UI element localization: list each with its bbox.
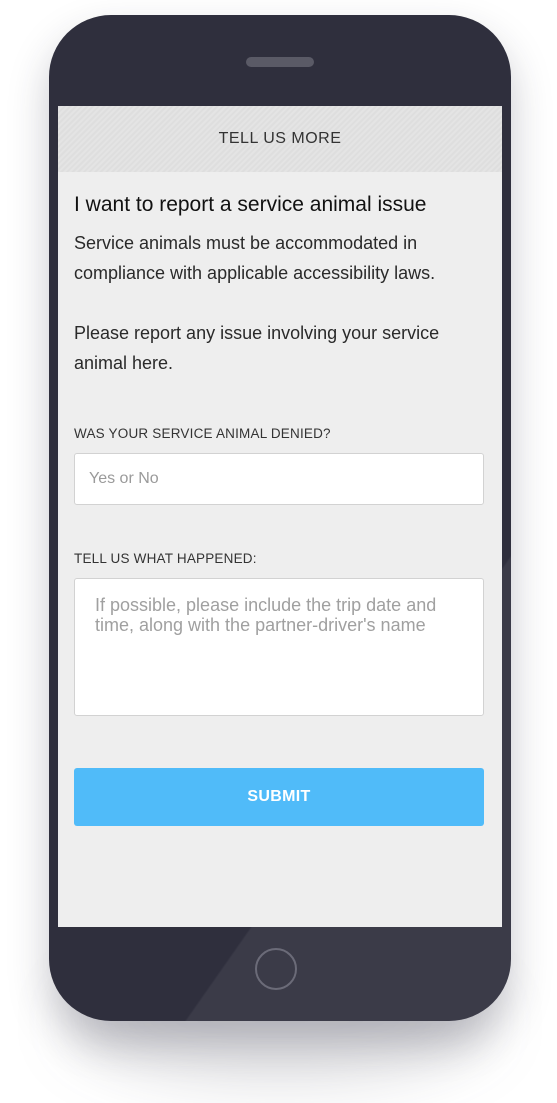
intro-paragraph: Service animals must be accommodated in … <box>74 233 436 283</box>
home-button-icon[interactable] <box>255 948 297 990</box>
denied-input[interactable] <box>74 453 484 505</box>
instruction-paragraph: Please report any issue involving your s… <box>74 323 440 373</box>
phone-frame: TELL US MORE I want to report a service … <box>49 15 511 1021</box>
details-textarea[interactable] <box>74 578 484 716</box>
screen-header: TELL US MORE <box>58 106 502 172</box>
speaker-grille-icon <box>246 57 314 67</box>
phone-screen: TELL US MORE I want to report a service … <box>58 106 502 927</box>
form-heading: I want to report a service animal issue <box>74 193 427 216</box>
submit-button[interactable]: SUBMIT <box>74 768 484 826</box>
denied-field-label: WAS YOUR SERVICE ANIMAL DENIED? <box>74 426 331 441</box>
details-field-label: TELL US WHAT HAPPENED: <box>74 551 257 566</box>
page-title: TELL US MORE <box>218 130 342 147</box>
report-form: I want to report a service animal issue … <box>58 172 502 826</box>
